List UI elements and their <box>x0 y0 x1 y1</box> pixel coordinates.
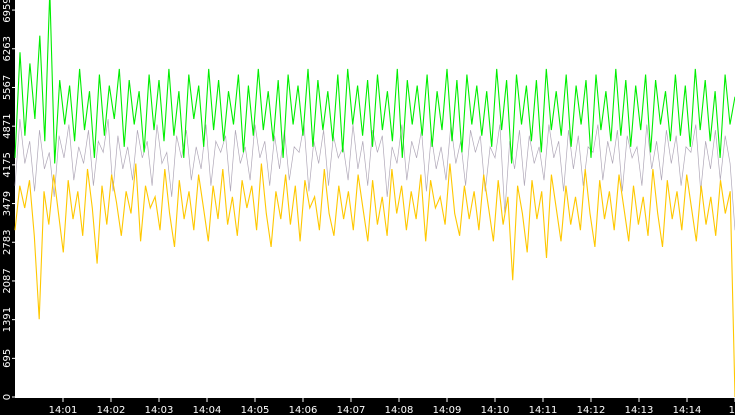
x-tick-label: 14:02 <box>97 405 126 415</box>
y-tick-label: 4871 <box>2 113 13 138</box>
x-tick-label: 14:08 <box>385 405 414 415</box>
chart-svg: 0 695 1391 2087 2783 3479 4175 4871 5567 6263 6959… <box>2 0 735 415</box>
y-tick-label: 5567 <box>2 75 13 100</box>
x-tick-label: 14:04 <box>193 405 222 415</box>
y-tick-label: 6263 <box>2 36 13 61</box>
y-tick-label: 2087 <box>2 268 13 293</box>
y-tick-label: 695 <box>2 349 13 368</box>
y-tick-label: 4175 <box>2 152 13 177</box>
x-tick-label: 14:11 <box>529 405 558 415</box>
x-tick-label: 14:14 <box>673 405 702 415</box>
x-tick-label: 14:05 <box>241 405 270 415</box>
x-tick-label: 14 <box>729 405 735 415</box>
x-tick-label: 14:07 <box>337 405 366 415</box>
y-tick-label: 6959 <box>2 0 13 23</box>
y-tick-label: 1391 <box>2 307 13 332</box>
x-tick-label: 14:10 <box>481 405 510 415</box>
chart: 0 695 1391 2087 2783 3479 4175 4871 5567 6263 6959… <box>0 0 735 415</box>
y-tick-label: 2783 <box>2 230 13 255</box>
x-tick-label: 14:03 <box>145 405 174 415</box>
x-tick-label: 14:13 <box>625 405 654 415</box>
x-tick-label: 14:12 <box>577 405 606 415</box>
y-tick-label: 3479 <box>2 191 13 216</box>
x-tick-label: 14:09 <box>433 405 462 415</box>
x-tick-label: 14:01 <box>49 405 78 415</box>
x-tick-label: 14:06 <box>289 405 318 415</box>
y-tick-label: 0 <box>2 394 13 400</box>
